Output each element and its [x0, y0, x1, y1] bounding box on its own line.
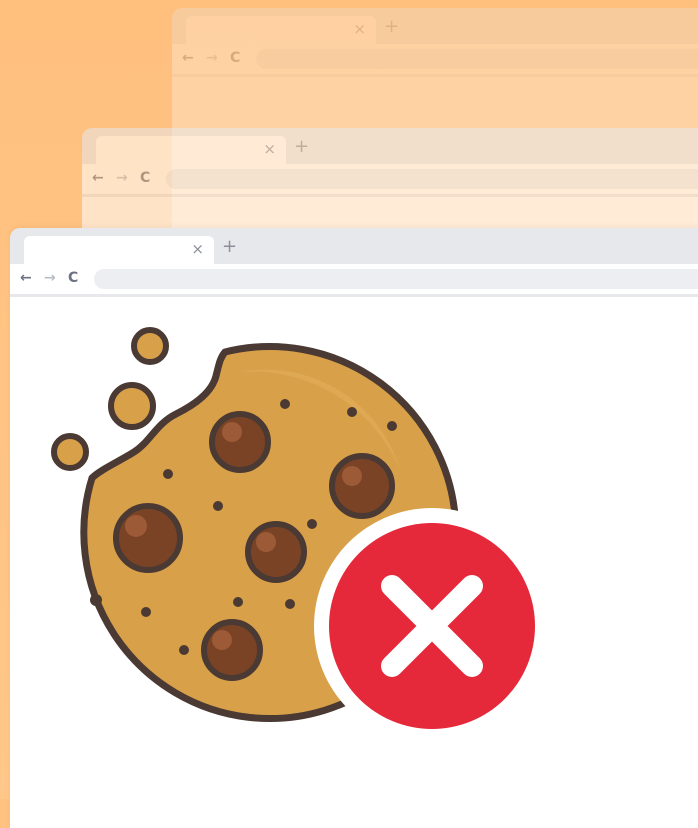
blocked-icon — [314, 508, 550, 744]
blocked-cookie-illustration — [51, 327, 550, 744]
